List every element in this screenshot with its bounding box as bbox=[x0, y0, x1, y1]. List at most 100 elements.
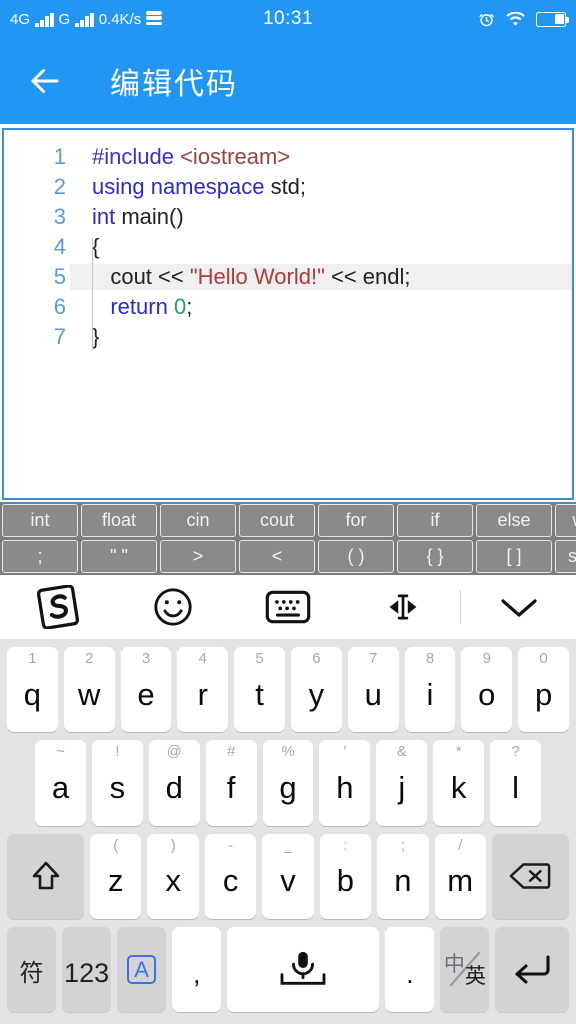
key-y[interactable]: 6y bbox=[291, 647, 342, 733]
key-e[interactable]: 3e bbox=[120, 647, 172, 733]
key-secondary-label: % bbox=[281, 743, 295, 761]
key-secondary-label: 8 bbox=[425, 650, 435, 667]
key-secondary-label: 1 bbox=[28, 650, 37, 667]
collapse-keyboard-chevron-down-icon[interactable] bbox=[461, 592, 576, 622]
code-token-key[interactable]: if bbox=[397, 504, 473, 537]
code-line-text[interactable]: cout << "Hello World!" << endl; bbox=[70, 264, 572, 290]
code-line[interactable]: 3 int main() bbox=[4, 204, 572, 234]
key-r[interactable]: 4r bbox=[177, 647, 229, 733]
key-q[interactable]: 1q bbox=[7, 647, 58, 733]
key-primary-label: m bbox=[447, 863, 474, 899]
period-key[interactable]: . bbox=[385, 926, 435, 1012]
indent-guide bbox=[92, 238, 93, 350]
code-line-text[interactable]: using namespace std; bbox=[70, 174, 572, 200]
code-line-text[interactable]: int main() bbox=[70, 204, 572, 230]
code-toolbar-row-1: intfloatcincoutforifelsewhile+* bbox=[2, 504, 576, 537]
code-line[interactable]: 4{ bbox=[4, 234, 572, 264]
key-secondary-label: 2 bbox=[85, 650, 94, 667]
code-token-key[interactable]: " " bbox=[81, 540, 157, 573]
key-u[interactable]: 7u bbox=[347, 647, 399, 733]
key-o[interactable]: 9o bbox=[461, 647, 513, 733]
code-token-key[interactable]: ; bbox=[2, 540, 78, 573]
code-shortcut-toolbar[interactable]: intfloatcincoutforifelsewhile+*;" "><( )… bbox=[0, 502, 576, 575]
key-b[interactable]: :b bbox=[319, 833, 372, 919]
code-token-key[interactable]: cin bbox=[160, 504, 236, 537]
key-k[interactable]: * k bbox=[433, 740, 485, 826]
key-t[interactable]: 5t bbox=[234, 647, 285, 733]
chinese-english-toggle-key[interactable]: 中 英 bbox=[440, 926, 490, 1012]
key-p[interactable]: 0p bbox=[518, 647, 569, 733]
code-line[interactable]: 5 cout << "Hello World!" << endl; bbox=[4, 264, 572, 294]
sogou-logo-icon[interactable] bbox=[0, 585, 115, 629]
cursor-move-icon[interactable] bbox=[345, 589, 460, 625]
key-c[interactable]: -c bbox=[204, 833, 257, 919]
code-token-key[interactable]: float bbox=[81, 504, 157, 537]
numbers-key[interactable]: 123 bbox=[62, 926, 112, 1012]
code-token-key[interactable]: { } bbox=[397, 540, 473, 573]
code-line[interactable]: 2 using namespace std; bbox=[4, 174, 572, 204]
key-primary-label: o bbox=[478, 676, 496, 712]
key-g[interactable]: % g bbox=[262, 740, 314, 826]
code-line[interactable]: 7} bbox=[4, 324, 572, 354]
key-f[interactable]: # f bbox=[205, 740, 257, 826]
key-j[interactable]: & j bbox=[376, 740, 428, 826]
ime-toolbar bbox=[0, 575, 576, 639]
line-number: 5 bbox=[53, 264, 66, 289]
code-editor[interactable]: 1 #include <iostream> 2 using namespace std… bbox=[2, 128, 574, 500]
key-l[interactable]: ? l bbox=[490, 740, 542, 826]
code-token-key[interactable]: for bbox=[318, 504, 394, 537]
code-token-key[interactable]: < bbox=[239, 540, 315, 573]
code-token-key[interactable]: int bbox=[2, 504, 78, 537]
key-primary-label: t bbox=[255, 676, 264, 712]
key-primary-label: l bbox=[512, 769, 520, 805]
symbol-key[interactable]: 符 bbox=[6, 926, 57, 1012]
key-z[interactable]: (z bbox=[90, 833, 142, 919]
back-arrow-icon[interactable] bbox=[26, 62, 64, 100]
key-a[interactable]: ~ a bbox=[35, 740, 86, 826]
key-primary-label: w bbox=[78, 676, 101, 712]
keyboard-switch-icon[interactable] bbox=[230, 589, 345, 625]
key-secondary-label: ' bbox=[343, 743, 347, 761]
code-token-key[interactable]: switch bbox=[555, 540, 576, 573]
code-line[interactable]: 1 #include <iostream> bbox=[4, 144, 572, 174]
key-i[interactable]: 8i bbox=[404, 647, 456, 733]
code-token-key[interactable]: cout bbox=[239, 504, 315, 537]
code-line-text[interactable]: { bbox=[70, 234, 572, 260]
lang-toggle-english-label: 英 bbox=[464, 965, 486, 989]
key-secondary-label: 6 bbox=[312, 650, 321, 667]
shift-up-arrow-icon[interactable] bbox=[6, 833, 85, 919]
key-w[interactable]: 2w bbox=[63, 647, 115, 733]
key-secondary-label: ) bbox=[170, 836, 176, 854]
backspace-delete-icon[interactable] bbox=[491, 833, 570, 919]
key-primary-label: d bbox=[165, 769, 183, 805]
code-token-key[interactable]: > bbox=[160, 540, 236, 573]
page-title: 编辑代码 bbox=[110, 68, 238, 101]
key-secondary-label: 4 bbox=[198, 650, 207, 667]
code-token-key[interactable]: [ ] bbox=[476, 540, 552, 573]
key-primary-label: z bbox=[108, 863, 124, 899]
code-token-key[interactable]: ( ) bbox=[318, 540, 394, 573]
period-key-label: . bbox=[406, 958, 414, 989]
enter-return-icon[interactable] bbox=[495, 926, 570, 1012]
key-v[interactable]: _ v bbox=[262, 833, 314, 919]
key-m[interactable]: / m bbox=[434, 833, 486, 919]
code-line[interactable]: 6 return 0; bbox=[4, 294, 572, 324]
code-lines-container[interactable]: 1 #include <iostream> 2 using namespace std… bbox=[4, 130, 572, 354]
key-n[interactable]: ; n bbox=[377, 833, 429, 919]
key-x[interactable]: ) x bbox=[147, 833, 199, 919]
space-key[interactable] bbox=[227, 926, 380, 1012]
code-token-key[interactable]: while bbox=[555, 504, 576, 537]
key-h[interactable]: ' h bbox=[319, 740, 371, 826]
code-line-text[interactable]: return 0; bbox=[70, 294, 572, 320]
key-s[interactable]: ! s bbox=[91, 740, 143, 826]
key-d[interactable]: @ d bbox=[148, 740, 200, 826]
code-line-text[interactable]: } bbox=[70, 324, 572, 350]
code-token-key[interactable]: else bbox=[476, 504, 552, 537]
code-token: cout << bbox=[92, 264, 190, 289]
alarm-clock-icon bbox=[478, 11, 495, 28]
abc-language-key[interactable]: A bbox=[117, 926, 167, 1012]
emoji-smiley-icon[interactable] bbox=[115, 586, 230, 628]
comma-key[interactable]: , bbox=[172, 926, 222, 1012]
code-line-text[interactable]: #include <iostream> bbox=[70, 144, 572, 170]
